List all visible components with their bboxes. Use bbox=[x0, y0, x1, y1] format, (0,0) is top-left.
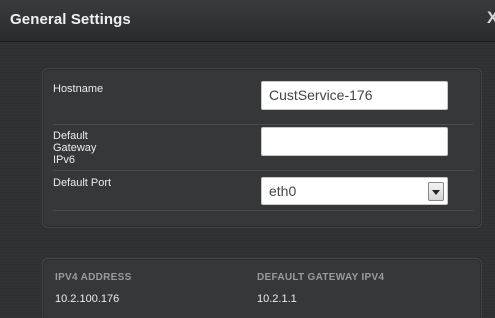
gateway-ipv6-row: Default Gateway IPv6 bbox=[53, 125, 473, 171]
column-header-default-gateway-ipv4: DEFAULT GATEWAY IPV4 bbox=[257, 272, 385, 283]
default-port-row: Default Port eth0 bbox=[53, 171, 473, 211]
gateway-ipv6-label-line-1: Default bbox=[53, 130, 88, 142]
default-port-select[interactable]: eth0 bbox=[261, 177, 448, 205]
settings-form-panel: Hostname CustService-176 Default Gateway… bbox=[42, 68, 482, 228]
default-port-label: Default Port bbox=[53, 177, 112, 189]
chevron-down-icon[interactable] bbox=[428, 182, 444, 201]
hostname-input[interactable]: CustService-176 bbox=[261, 81, 448, 110]
gateway-ipv6-label-line-2: Gateway bbox=[53, 142, 97, 154]
table-cell-default-gateway-ipv4: 10.2.1.1 bbox=[257, 293, 297, 305]
hostname-label: Hostname bbox=[53, 83, 104, 95]
hostname-row: Hostname CustService-176 bbox=[53, 77, 473, 125]
network-table-panel: IPV4 ADDRESS DEFAULT GATEWAY IPV4 10.2.1… bbox=[42, 258, 482, 318]
table-cell-ipv4-address: 10.2.100.176 bbox=[55, 293, 120, 305]
column-header-ipv4-address: IPV4 ADDRESS bbox=[55, 272, 132, 283]
gateway-ipv6-label-line-3: IPv6 bbox=[53, 154, 76, 166]
dialog-titlebar: General Settings X bbox=[0, 0, 495, 42]
general-settings-dialog: General Settings X Hostname CustService-… bbox=[0, 0, 495, 318]
default-port-selected-value: eth0 bbox=[269, 183, 297, 199]
dialog-title: General Settings bbox=[10, 11, 131, 28]
gateway-ipv6-input[interactable] bbox=[261, 127, 448, 156]
close-icon[interactable]: X bbox=[487, 9, 495, 27]
